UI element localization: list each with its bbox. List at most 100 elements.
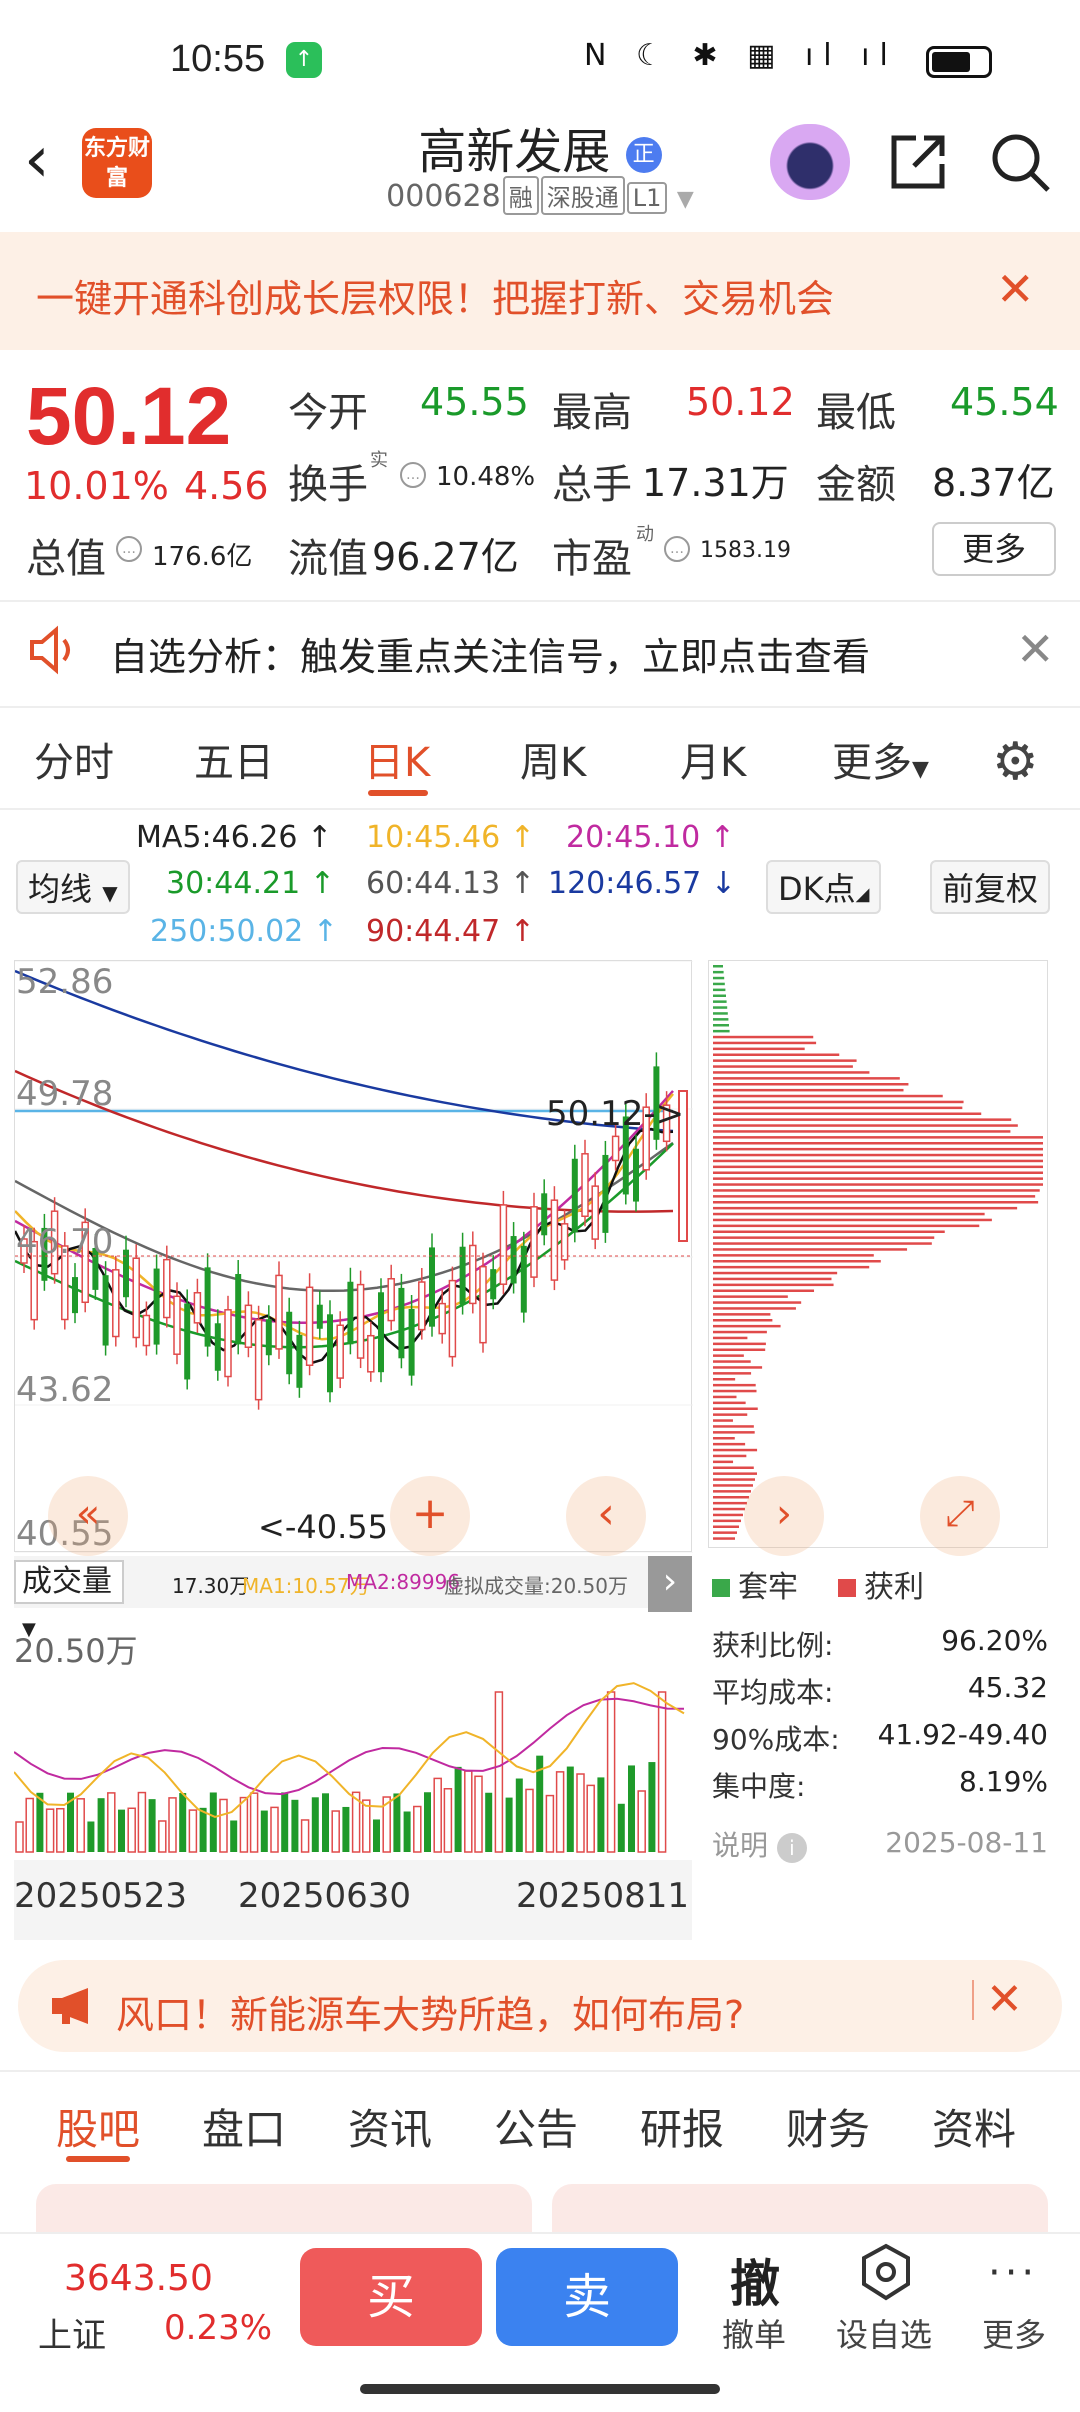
chip-bar [713,1342,766,1346]
tab-more[interactable]: 更多▼ [832,730,929,788]
low-label: 最低 [816,390,896,436]
chevron-right-icon[interactable]: › [648,1556,692,1612]
chip-bar [713,1047,805,1051]
note-link[interactable]: 说明 i [712,1824,807,1864]
chip-bar [713,1401,746,1405]
info-icon[interactable]: … [116,536,142,562]
close-icon[interactable]: ✕ [986,1974,1023,2025]
ai-assistant-icon[interactable] [770,124,850,200]
home-indicator[interactable] [360,2384,720,2394]
kline-svg[interactable] [13,960,693,1554]
volume-bar [97,1798,105,1852]
tab-research[interactable]: 研报 [640,2096,724,2157]
index-name[interactable]: 上证 [38,2308,106,2357]
y-tick: 52.86 [16,962,114,1002]
more-button[interactable]: 更多 [932,522,1056,576]
chip-bar [713,1360,751,1363]
cancel-order-icon[interactable]: 撤 [730,2244,780,2316]
status-icons: N ☾ ✱ ▦ ıl ıl [584,38,898,73]
chip-bar [713,1460,734,1464]
candle-body [510,1236,517,1284]
watchlist-icon[interactable] [858,2242,914,2306]
tab-daily-k[interactable]: 日K [364,730,430,788]
chip-distribution[interactable] [708,960,1048,1548]
chip-bar [713,1301,802,1304]
chip-bar [713,1106,963,1110]
chip-bar [713,994,726,997]
chip-bar [713,1136,1043,1139]
chip-bar [713,1348,766,1351]
candle-body [347,1281,354,1345]
tab-monthly-k[interactable]: 月K [680,730,746,788]
watchlist-label[interactable]: 设自选 [836,2310,932,2356]
kline-chart[interactable] [13,960,693,1554]
tag-connect: 深股通 [540,176,625,215]
tab-financials[interactable]: 财务 [786,2096,870,2157]
chip-bar [713,1112,982,1115]
chip-bar [713,1006,728,1009]
volume-value: 17.31万 [642,461,789,505]
chip-bar [713,1059,857,1062]
tab-weekly-k[interactable]: 周K [520,730,586,788]
chip-bar [713,1490,751,1493]
chip-bar [713,1012,728,1015]
tab-profile[interactable]: 资料 [932,2096,1016,2157]
candle-body [633,1148,639,1202]
chip-bar [713,1195,1036,1198]
gear-icon[interactable]: ⚙ [992,732,1039,792]
indicator-selector[interactable]: 成交量 ▼ [14,1560,124,1640]
concentration-label: 集中度: [712,1770,806,1803]
chip-bar [713,1242,932,1245]
tab-forum[interactable]: 股吧 [56,2096,140,2157]
chevron-right-icon[interactable]: › [744,1476,824,1556]
tab-5day[interactable]: 五日 [194,730,274,788]
volume-bar [148,1799,156,1852]
dk-point-button[interactable]: DK点◢ [766,860,882,914]
search-icon[interactable] [988,130,1052,198]
more-label[interactable]: 更多 [982,2310,1046,2356]
tab-orderbook[interactable]: 盘口 [202,2096,286,2157]
info-icon[interactable]: … [664,536,690,562]
expand-icon[interactable]: ⤢ [920,1476,1000,1556]
zoom-in-icon[interactable]: + [390,1476,470,1556]
volume-bar [260,1810,268,1852]
news-banner-text[interactable]: 风口！新能源车大势所趋，如何布局? [116,1984,744,2039]
scroll-left-icon[interactable]: « [48,1476,128,1556]
amount-label: 金额 [816,462,896,508]
share-icon[interactable] [886,130,950,198]
open-value: 45.55 [420,380,529,424]
card-preview [552,2184,1048,2234]
chip-bar [713,976,725,980]
chip-bar [713,1354,744,1357]
speaker-icon [26,622,82,682]
more-dots-icon[interactable]: ··· [988,2250,1038,2296]
chip-bar [713,1224,980,1228]
tab-news[interactable]: 资讯 [348,2096,432,2157]
tab-intraday[interactable]: 分时 [34,730,114,788]
analysis-text[interactable]: 自选分析：触发重点关注信号，立即点击查看 [110,626,870,681]
close-icon[interactable]: ✕ [1016,622,1055,676]
ma-selector[interactable]: 均线 ▼ [16,860,130,914]
adjustment-button[interactable]: 前复权 [930,860,1051,914]
ma90-label: 90:44.47 ↑ [366,914,535,949]
chip-bar [713,1177,1043,1180]
avg-cost-label: 平均成本: [712,1676,834,1709]
candle-body [224,1309,232,1378]
close-icon[interactable]: ✕ [996,262,1035,316]
tab-announcements[interactable]: 公告 [494,2096,578,2157]
volume-bar [597,1777,605,1852]
volume-bar [525,1788,534,1853]
buy-button[interactable]: 买 [300,2248,482,2346]
info-icon[interactable]: … [400,462,426,488]
index-pct[interactable]: 0.23% [164,2308,272,2348]
ma60-label: 60:44.13 ↑ [366,866,535,901]
zoom-out-icon[interactable]: ‹ [566,1476,646,1556]
volume-bar [464,1770,473,1853]
pe-value: 1583.19 [700,538,791,563]
chip-bar [713,1431,755,1434]
turnover-label: 换手 [288,462,368,508]
sell-button[interactable]: 卖 [496,2248,678,2346]
index-value[interactable]: 3643.50 [64,2258,213,2299]
promo-text[interactable]: 一键开通科创成长层权限！把握打新、交易机会 [36,268,834,323]
cancel-order-label[interactable]: 撤单 [722,2310,786,2356]
